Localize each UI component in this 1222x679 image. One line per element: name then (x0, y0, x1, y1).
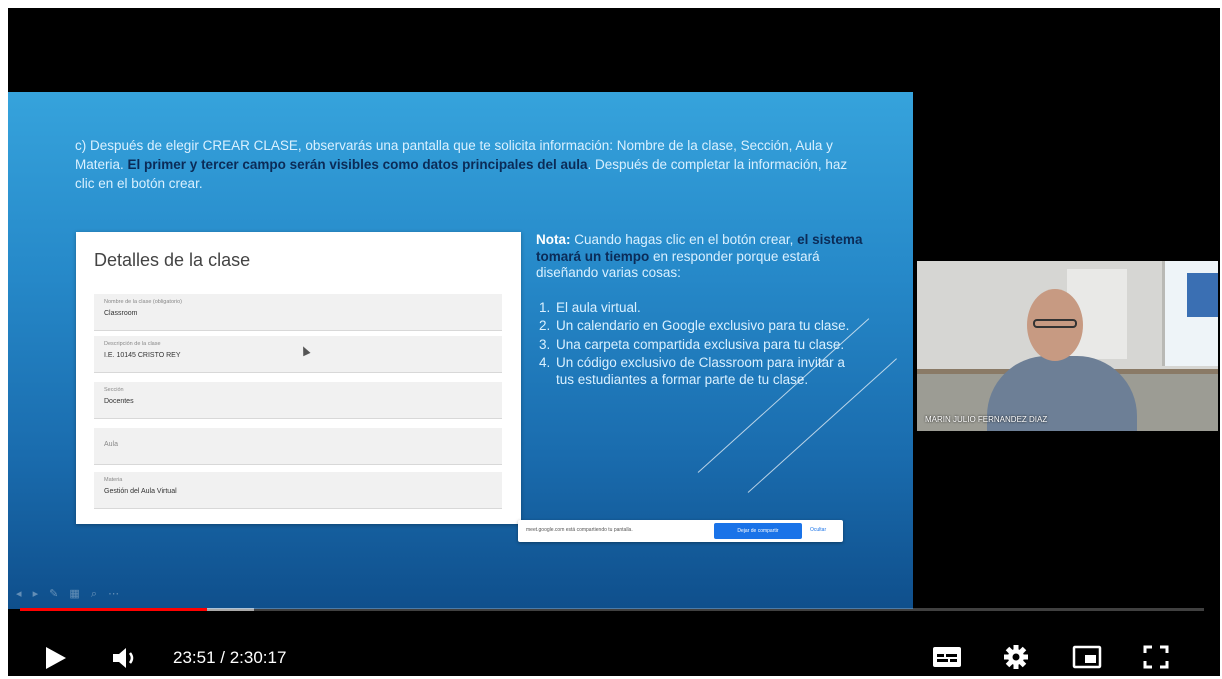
subject-field: Materia Gestión del Aula Virtual (94, 472, 502, 509)
miniplayer-icon (1072, 645, 1102, 669)
participant-name: MARIN JULIO FERNANDEZ DIAZ (925, 415, 1048, 424)
slideshow-toolbar-icon: ◂ ▸ ✎ ▦ ⌕ ⋯ (16, 588, 124, 600)
subtitles-icon (933, 647, 961, 667)
list-item: Un código exclusivo de Classroom para in… (554, 355, 866, 388)
subtitles-button[interactable] (932, 644, 962, 675)
slide-intro-text: c) Después de elegir CREAR CLASE, observ… (75, 136, 855, 193)
intro-highlight: El primer y tercer campo serán visibles … (127, 157, 588, 172)
gear-icon (1004, 645, 1028, 669)
hide-button: Ocultar (810, 527, 827, 533)
play-button[interactable] (40, 644, 68, 676)
class-description-field: Descripción de la clase I.E. 10145 CRIST… (94, 336, 502, 373)
window (1162, 261, 1218, 366)
nota-text-1: Cuando hagas clic en el botón crear, (570, 232, 798, 247)
field-placeholder: Aula (104, 441, 119, 448)
duration: 2:30:17 (229, 648, 287, 667)
field-label: Descripción de la clase (104, 341, 161, 347)
presentation-slide: c) Después de elegir CREAR CLASE, observ… (8, 92, 913, 609)
field-label: Materia (104, 477, 123, 483)
time-separator: / (215, 648, 230, 667)
list-item: Un calendario en Google exclusivo para t… (554, 318, 866, 335)
progress-bar[interactable] (20, 608, 1204, 611)
webcam-feed: MARIN JULIO FERNANDEZ DIAZ (917, 261, 1218, 431)
volume-button[interactable] (111, 645, 141, 676)
play-icon (46, 647, 66, 669)
screen-share-bar: meet.google.com está compartiendo tu pan… (518, 520, 843, 542)
volume-icon (113, 648, 134, 668)
field-label: Sección (104, 387, 124, 393)
fullscreen-button[interactable] (1142, 644, 1170, 675)
room-field: Aula (94, 428, 502, 465)
field-value: Gestión del Aula Virtual (104, 488, 177, 495)
form-title: Detalles de la clase (94, 250, 251, 270)
list-item: Una carpeta compartida exclusiva para tu… (554, 337, 866, 354)
field-value: I.E. 10145 CRISTO REY (104, 352, 181, 359)
video-player[interactable]: c) Después de elegir CREAR CLASE, observ… (8, 8, 1220, 676)
field-value: Docentes (104, 398, 134, 405)
list-item: El aula virtual. (554, 300, 866, 317)
field-value: Classroom (104, 310, 138, 317)
presenter-glasses (1033, 319, 1077, 328)
class-details-form: Detalles de la clase Nombre de la clase … (76, 232, 521, 524)
played-progress (20, 608, 208, 611)
settings-button[interactable] (1002, 643, 1030, 676)
time-display: 23:51 / 2:30:17 (173, 648, 286, 668)
miniplayer-button[interactable] (1072, 644, 1102, 675)
stop-sharing-button: Dejar de compartir (714, 523, 802, 539)
field-label: Nombre de la clase (obligatorio) (104, 299, 182, 305)
fullscreen-icon (1143, 645, 1169, 669)
class-name-field: Nombre de la clase (obligatorio) Classro… (94, 294, 502, 331)
player-controls: 23:51 / 2:30:17 (8, 620, 1220, 676)
nota-keyword: Nota: (536, 232, 571, 247)
share-message: meet.google.com está compartiendo tu pan… (526, 527, 633, 533)
nota-list: El aula virtual. Un calendario en Google… (536, 300, 866, 389)
current-time: 23:51 (173, 648, 216, 667)
section-field: Sección Docentes (94, 382, 502, 419)
